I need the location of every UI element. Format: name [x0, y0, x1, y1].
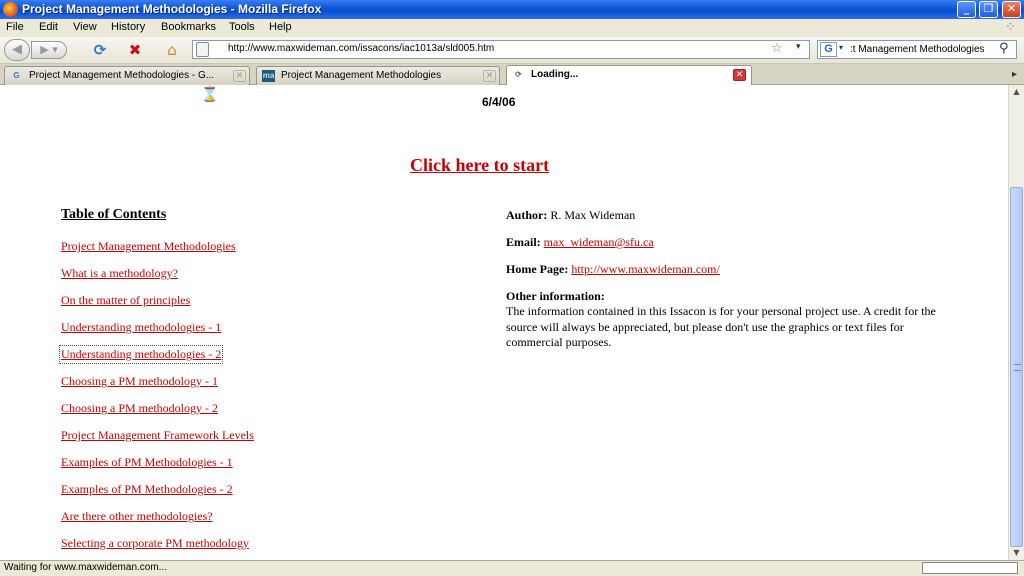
- status-bar: Waiting for www.maxwideman.com...: [0, 560, 1024, 576]
- other-info-line: Other information:: [506, 289, 605, 304]
- page-date: 6/4/06: [482, 95, 516, 109]
- address-bar[interactable]: http://www.maxwideman.com/issacons/iac10…: [192, 40, 810, 59]
- menu-view[interactable]: View: [73, 21, 97, 33]
- tab-label: Loading...: [531, 69, 579, 80]
- author-label: Author:: [506, 208, 548, 222]
- toc-link[interactable]: Project Management Methodologies: [61, 239, 236, 254]
- page-icon: [196, 42, 209, 57]
- navigation-toolbar: ◀ ▶ ▾ ⟳ ✖ ⌂ http://www.maxwideman.com/is…: [0, 37, 1024, 64]
- menu-edit[interactable]: Edit: [39, 21, 58, 33]
- menu-help[interactable]: Help: [269, 21, 292, 33]
- maxwideman-favicon-icon: ma: [262, 70, 275, 82]
- scroll-down-icon[interactable]: ▼: [1009, 546, 1024, 560]
- search-bar[interactable]: G ▾ :t Management Methodologies ⚲: [817, 40, 1017, 59]
- menu-bookmarks[interactable]: Bookmarks: [161, 21, 216, 33]
- toc-link[interactable]: Choosing a PM methodology - 1: [61, 374, 218, 389]
- search-input[interactable]: :t Management Methodologies: [850, 44, 995, 55]
- homepage-line: Home Page: http://www.maxwideman.com/: [506, 262, 720, 277]
- google-favicon-icon: G: [13, 71, 20, 80]
- window-title: Project Management Methodologies - Mozil…: [22, 2, 322, 16]
- status-text: Waiting for www.maxwideman.com...: [4, 562, 168, 573]
- other-info-label: Other information:: [506, 289, 605, 303]
- tab-loading[interactable]: ⟳ Loading... ✕: [506, 65, 752, 85]
- maximize-button[interactable]: ❐: [979, 1, 998, 18]
- scrollbar-thumb[interactable]: [1010, 187, 1023, 547]
- homepage-link[interactable]: http://www.maxwideman.com/: [571, 262, 720, 276]
- homepage-label: Home Page:: [506, 262, 569, 276]
- throbber-icon: ⁘: [1005, 20, 1016, 35]
- email-label: Email:: [506, 235, 541, 249]
- author-value: R. Max Wideman: [550, 208, 636, 222]
- url-text[interactable]: http://www.maxwideman.com/issacons/iac10…: [228, 43, 494, 54]
- tab-google-search[interactable]: G Project Management Methodologies - G..…: [4, 66, 250, 85]
- busy-cursor-icon: ⌛: [201, 87, 219, 103]
- search-engine-dropdown-icon[interactable]: ▾: [839, 43, 843, 52]
- toc-link[interactable]: Examples of PM Methodologies - 2: [61, 482, 233, 497]
- close-button[interactable]: ✕: [1002, 1, 1021, 18]
- search-icon[interactable]: ⚲: [999, 41, 1009, 56]
- author-line: Author: R. Max Wideman: [506, 208, 635, 223]
- minimize-button[interactable]: _: [957, 1, 976, 18]
- bookmark-star-icon[interactable]: ☆: [771, 41, 783, 56]
- tab-strip: G Project Management Methodologies - G..…: [0, 64, 1024, 85]
- back-button[interactable]: ◀: [4, 39, 30, 61]
- home-icon[interactable]: ⌂: [161, 39, 183, 61]
- menu-tools[interactable]: Tools: [229, 21, 255, 33]
- reload-icon[interactable]: ⟳: [89, 39, 111, 61]
- firefox-logo-icon: [3, 2, 18, 17]
- toc-link-focused[interactable]: Understanding methodologies - 2: [58, 345, 224, 364]
- menu-bar: File Edit View History Bookmarks Tools H…: [0, 19, 1024, 37]
- url-dropdown-icon[interactable]: ▾: [796, 42, 801, 52]
- scrollbar-grip-icon: [1014, 364, 1021, 371]
- google-engine-icon[interactable]: G: [820, 42, 837, 57]
- vertical-scrollbar[interactable]: ▲ ▼: [1008, 85, 1024, 560]
- email-link[interactable]: max_wideman@sfu.ca: [544, 235, 654, 249]
- toc-link[interactable]: Selecting a corporate PM methodology: [61, 536, 249, 551]
- email-line: Email: max_wideman@sfu.ca: [506, 235, 654, 250]
- stop-icon[interactable]: ✖: [124, 39, 146, 61]
- scroll-up-icon[interactable]: ▲: [1009, 85, 1024, 99]
- loading-spinner-icon: ⟳: [515, 70, 522, 79]
- toc-link[interactable]: Choosing a PM methodology - 2: [61, 401, 218, 416]
- title-bar: Project Management Methodologies - Mozil…: [0, 0, 1024, 19]
- menu-history[interactable]: History: [111, 21, 145, 33]
- toc-link[interactable]: Understanding methodologies - 1: [61, 320, 221, 335]
- tab-close-icon[interactable]: ✕: [233, 70, 246, 82]
- other-info-text: The information contained in this Issaco…: [506, 304, 936, 349]
- toc-link[interactable]: On the matter of principles: [61, 293, 190, 308]
- start-link[interactable]: Click here to start: [410, 155, 549, 176]
- toc-link[interactable]: Examples of PM Methodologies - 1: [61, 455, 233, 470]
- tab-maxwideman[interactable]: ma Project Management Methodologies ✕: [256, 66, 500, 85]
- tab-close-icon[interactable]: ✕: [733, 69, 746, 81]
- tab-close-icon[interactable]: ✕: [483, 70, 496, 82]
- forward-button[interactable]: ▶ ▾: [31, 41, 67, 59]
- toc-link[interactable]: Project Management Framework Levels: [61, 428, 254, 443]
- status-progress-box: [922, 562, 1018, 574]
- tab-label: Project Management Methodologies - G...: [29, 70, 215, 81]
- toc-link[interactable]: Are there other methodologies?: [61, 509, 213, 524]
- tab-scroll-icon[interactable]: ▸: [1007, 67, 1022, 82]
- toc-link[interactable]: What is a methodology?: [61, 266, 178, 281]
- toc-heading: Table of Contents: [61, 207, 167, 222]
- page-content: ⌛ 6/4/06 Click here to start Table of Co…: [0, 85, 1008, 560]
- tab-label: Project Management Methodologies: [281, 70, 442, 81]
- menu-file[interactable]: File: [6, 21, 24, 33]
